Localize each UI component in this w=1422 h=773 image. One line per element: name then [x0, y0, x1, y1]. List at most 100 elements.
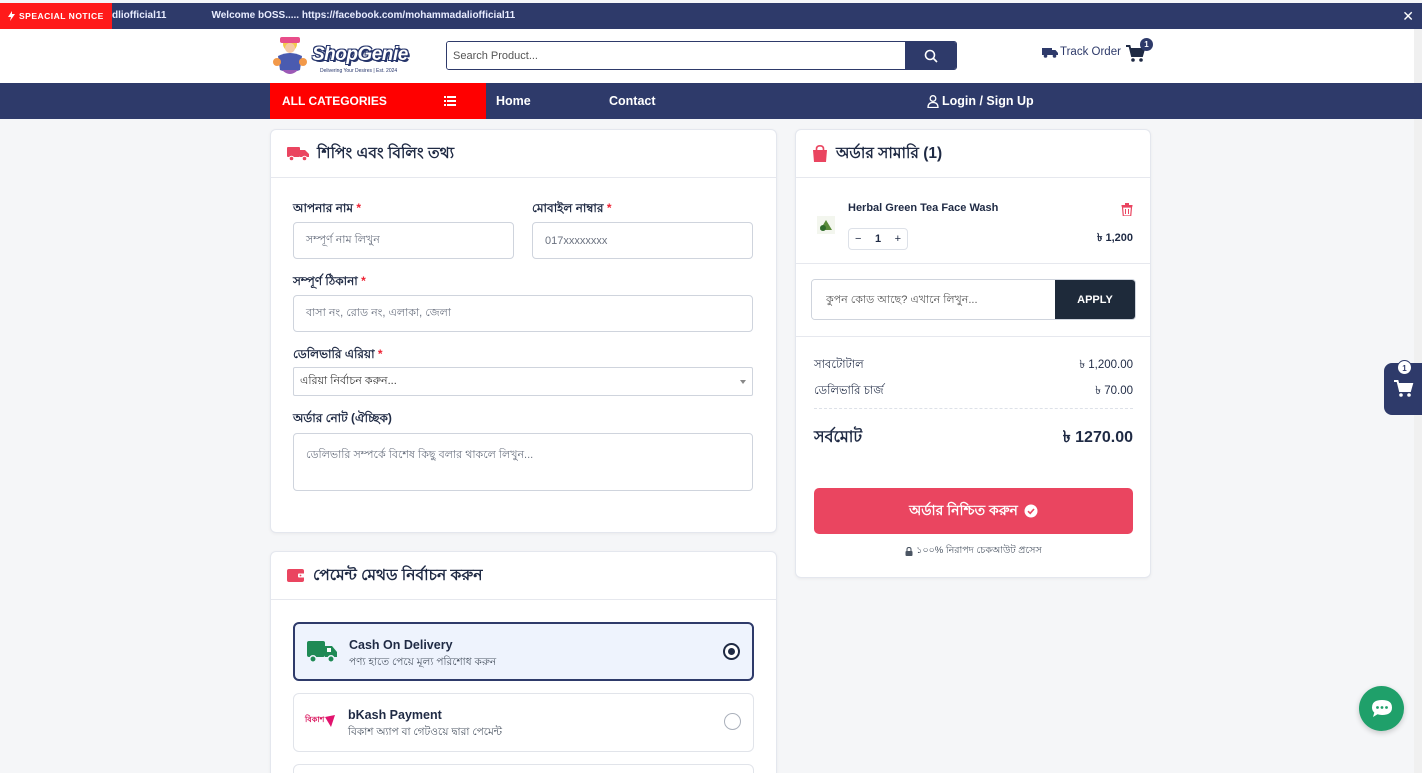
product-thumbnail	[817, 216, 835, 234]
total-row: সর্বমোট ৳ 1270.00	[814, 424, 1133, 451]
cart-count-badge: 1	[1140, 38, 1153, 51]
product-price: ৳ 1,200	[1096, 232, 1133, 244]
coupon-input[interactable]	[812, 280, 1055, 319]
genie-mascot-icon	[273, 37, 307, 74]
check-circle-icon	[1024, 504, 1038, 518]
shopping-bag-icon	[813, 145, 827, 162]
delivery-truck-icon	[307, 641, 337, 663]
notice-marquee: dliofficial11 Welcome bOSS..... https://f…	[112, 3, 515, 29]
subtotal-label: সাবটোটাল	[814, 359, 864, 371]
qty-value: 1	[874, 233, 882, 245]
area-label: ডেলিভারি এরিয়া *	[293, 347, 383, 361]
subtotal-row: সাবটোটাল ৳ 1,200.00	[814, 356, 1133, 375]
main-nav: ALL CATEGORIES Home Contact Login / Sign…	[0, 83, 1422, 119]
notice-bar: SPEACIAL NOTICE dliofficial11 Welcome bOS…	[0, 3, 1422, 29]
name-label: আপনার নাম *	[293, 201, 362, 215]
cart-icon	[1394, 380, 1414, 397]
nav-home[interactable]: Home	[496, 83, 531, 119]
delivery-charge-value: ৳ 70.00	[1095, 385, 1133, 397]
logo-name: ShopGenie	[312, 44, 408, 65]
search-input[interactable]	[447, 42, 905, 69]
lock-icon	[905, 547, 913, 556]
close-icon[interactable]: ✕	[1402, 3, 1414, 29]
name-field[interactable]: সম্পূর্ণ নাম লিখুন	[293, 222, 514, 259]
delivery-charge-row: ডেলিভারি চার্জ ৳ 70.00	[814, 382, 1133, 401]
bkash-logo: বিকাশ	[305, 714, 336, 727]
total-label: সর্বমোট	[814, 429, 863, 446]
user-icon	[927, 94, 939, 108]
address-field[interactable]: বাসা নং, রোড নং, এলাকা, জেলা	[293, 295, 753, 332]
chevron-down-icon	[740, 379, 746, 384]
cod-subtitle: পণ্য হাতে পেয়ে মূল্য পরিশোধ করুন	[349, 656, 497, 668]
logo-tagline: Delivering Your Desires | Est. 2024	[320, 68, 398, 74]
quantity-stepper: − 1 +	[848, 228, 908, 250]
order-note-textarea[interactable]: ডেলিভারি সম্পর্কে বিশেষ কিছু বলার থাকলে …	[293, 433, 753, 491]
note-label: অর্ডার নোট (ঐচ্ছিক)	[293, 411, 392, 425]
payment-option-cod[interactable]: Cash On Delivery পণ্য হাতে পেয়ে মূল্য প…	[293, 622, 754, 681]
shopgenie-logo[interactable]: ShopGenie Delivering Your Desires | Est.…	[270, 34, 420, 78]
order-summary-card: অর্ডার সামারি (1) Herbal Green Tea Face …	[795, 129, 1151, 578]
payment-card: পেমেন্ট মেথড নির্বাচন করুন Cash On Deliv…	[270, 551, 777, 773]
bkash-title: bKash Payment	[348, 708, 442, 722]
bkash-subtitle: বিকাশ অ্যাপ বা গেটওয়ে দ্বারা পেমেন্ট	[348, 726, 503, 738]
area-select[interactable]: এরিয়া নির্বাচন করুন...	[293, 367, 753, 396]
notice-badge-label: SPEACIAL NOTICE	[19, 11, 104, 21]
all-categories-label: ALL CATEGORIES	[282, 94, 387, 108]
chat-button[interactable]	[1359, 686, 1404, 731]
cod-title: Cash On Delivery	[349, 638, 453, 652]
payment-option-next[interactable]	[293, 764, 754, 773]
nav-login[interactable]: Login / Sign Up	[927, 83, 1034, 119]
mobile-label: মোবাইল নাম্বার *	[532, 201, 612, 215]
divider	[814, 408, 1133, 409]
secure-text: ১০০% নিরাপদ চেকআউট প্রসেস	[916, 545, 1042, 556]
secure-checkout-note: ১০০% নিরাপদ চেকআউট প্রসেস	[796, 544, 1151, 559]
special-notice-badge: SPEACIAL NOTICE	[0, 3, 112, 29]
payment-option-bkash[interactable]: বিকাশ bKash Payment বিকাশ অ্যাপ বা গেটওয…	[293, 693, 754, 752]
shipping-card-header: শিপিং এবং বিলিং তথ্য	[271, 130, 776, 178]
qty-minus-button[interactable]: −	[855, 233, 861, 245]
coupon-box: APPLY	[811, 279, 1136, 320]
mobile-field[interactable]: 017xxxxxxxx	[532, 222, 753, 259]
truck-icon	[287, 147, 309, 161]
all-categories-button[interactable]: ALL CATEGORIES	[270, 83, 486, 119]
wallet-icon	[287, 569, 305, 582]
floating-cart-button[interactable]: 1	[1384, 360, 1422, 415]
delivery-charge-label: ডেলিভারি চার্জ	[814, 385, 884, 397]
track-order-link[interactable]: Track Order	[1042, 46, 1121, 58]
bkash-bird-icon	[325, 714, 336, 727]
confirm-order-button[interactable]: অর্ডার নিশ্চিত করুন	[814, 488, 1133, 534]
shipping-card: শিপিং এবং বিলিং তথ্য আপনার নাম * সম্পূর্…	[270, 129, 777, 533]
payment-title: পেমেন্ট মেথড নির্বাচন করুন	[313, 566, 483, 584]
subtotal-value: ৳ 1,200.00	[1079, 359, 1133, 371]
apply-coupon-button[interactable]: APPLY	[1055, 280, 1135, 319]
payment-card-header: পেমেন্ট মেথড নির্বাচন করুন	[271, 552, 776, 600]
chat-bubble-icon	[1371, 699, 1392, 717]
search-bar	[446, 41, 957, 70]
track-order-label: Track Order	[1060, 46, 1121, 58]
summary-card-header: অর্ডার সামারি (1)	[796, 130, 1150, 178]
header-cart-button[interactable]: 1	[1126, 38, 1154, 65]
confirm-order-label: অর্ডার নিশ্চিত করুন	[909, 502, 1018, 518]
notice-text-start: dliofficial11	[112, 10, 167, 21]
cod-radio[interactable]	[723, 643, 740, 660]
product-name: Herbal Green Tea Face Wash	[848, 202, 999, 214]
address-label: সম্পূর্ণ ঠিকানা *	[293, 274, 366, 288]
list-icon	[444, 96, 456, 106]
search-icon	[924, 49, 938, 63]
qty-plus-button[interactable]: +	[895, 233, 901, 245]
notice-text-main: Welcome bOSS..... https://facebook.com/m…	[211, 10, 516, 21]
truck-icon	[1042, 47, 1058, 58]
floating-cart-count: 1	[1397, 360, 1412, 375]
login-label: Login / Sign Up	[942, 94, 1034, 108]
site-header: ShopGenie Delivering Your Desires | Est.…	[0, 29, 1422, 83]
shipping-title: শিপিং এবং বিলিং তথ্য	[317, 144, 455, 162]
nav-contact[interactable]: Contact	[609, 83, 656, 119]
bkash-radio[interactable]	[724, 713, 741, 730]
lightning-icon	[8, 11, 15, 21]
divider	[796, 336, 1150, 337]
area-select-value: এরিয়া নির্বাচন করুন...	[300, 375, 397, 387]
divider	[796, 263, 1150, 264]
search-button[interactable]	[905, 42, 956, 69]
summary-title: অর্ডার সামারি (1)	[836, 144, 943, 162]
trash-icon[interactable]	[1121, 203, 1133, 216]
